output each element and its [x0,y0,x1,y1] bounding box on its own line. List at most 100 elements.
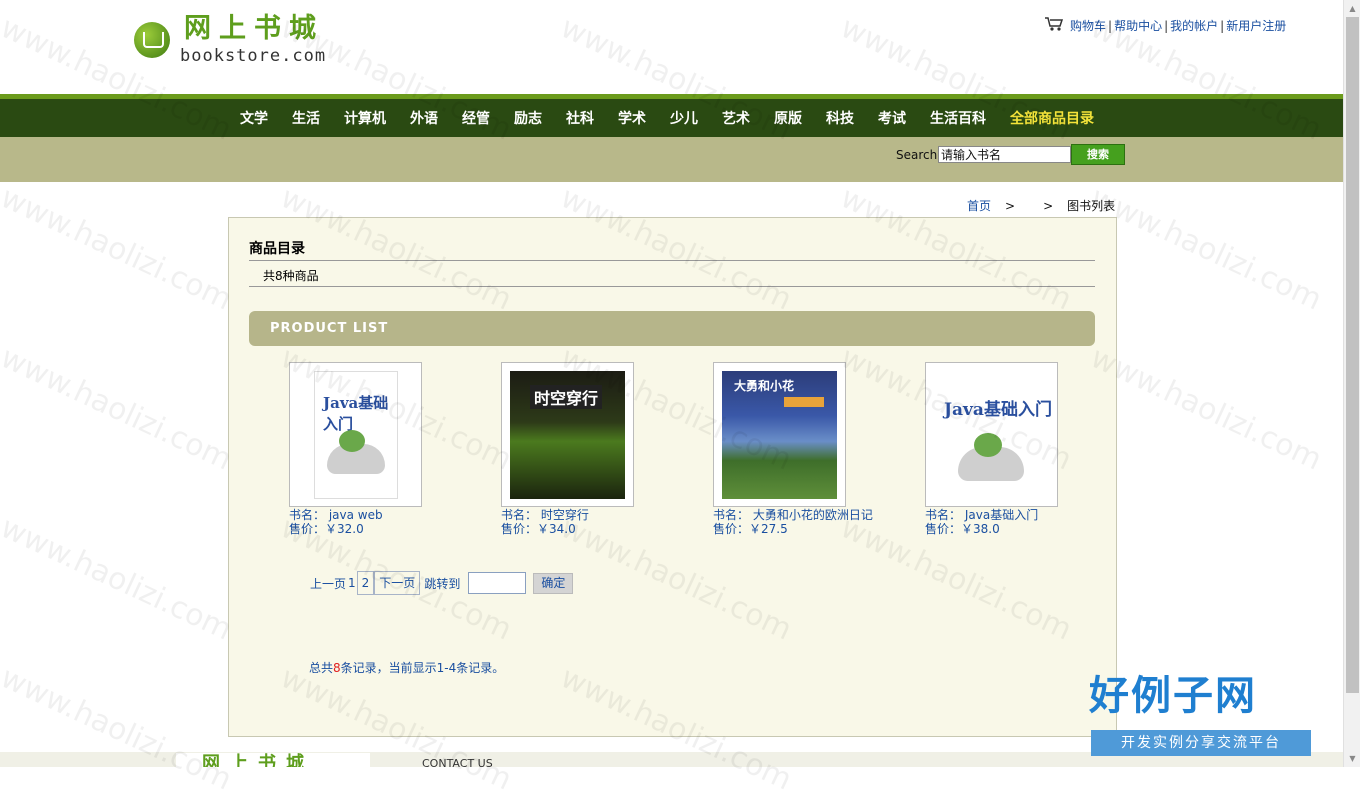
book-card: Java基础入门 书名： Java基础入门 售价：￥38.0 [925,362,1125,536]
cover-mascot [974,433,1002,457]
page-2-link[interactable]: 2 [356,571,375,595]
footer-contact-heading: CONTACT US [422,757,493,770]
cover-title: Java基础入门 [944,400,1052,420]
record-summary: 总共8条记录，当前显示1-4条记录。 [309,659,504,676]
shopping-cart-icon[interactable] [1044,16,1064,32]
top-links: 购物车 | 帮助中心 | 我的帐户 | 新用户注册 [1044,16,1286,34]
book-name[interactable]: 时空穿行 [541,508,589,522]
prev-page-link[interactable]: 上一页 [309,575,347,592]
watermark-badge-subtitle: 开发实例分享交流平台 [1091,730,1311,756]
search-label: Search [896,148,938,162]
scroll-up-icon[interactable]: ▲ [1344,0,1360,17]
help-link[interactable]: 帮助中心 [1114,19,1162,33]
book-price-label: 售价： [713,522,750,536]
nav-item-art[interactable]: 艺术 [722,108,750,128]
book-price: ￥34.0 [537,522,576,536]
breadcrumb: 首页 > > 图书列表 [967,197,1115,214]
scroll-down-icon[interactable]: ▼ [1344,750,1360,767]
book-cover-image: 大勇和小花 [722,371,837,499]
book-name[interactable]: Java基础入门 [965,508,1038,522]
jump-page-input[interactable] [468,572,527,594]
book-card: Java基础入门 书名： java web 售价：￥32.0 [289,362,489,536]
watermark-badge-title: 好例子网 [1089,673,1257,719]
watermark: www.haolizi.com [0,510,238,648]
catalog-panel: 商品目录 共8种商品 PRODUCT LIST Java基础入门 书名： jav… [228,217,1117,737]
book-cover-image: Java基础入门 [934,369,1052,501]
nav-item-life[interactable]: 生活 [292,108,320,128]
book-name-line[interactable]: 书名： 大勇和小花的欧洲日记 [713,508,913,522]
logo-text-en: bookstore.com [180,46,327,66]
book-name-label: 书名： [289,508,326,522]
footer-logo-text: 网上书城 [202,753,314,767]
summary-prefix: 总共 [309,661,334,675]
book-name-line[interactable]: 书名： java web [289,508,489,522]
breadcrumb-home[interactable]: 首页 [967,199,991,213]
book-price-line: 售价：￥38.0 [925,522,1125,536]
book-price: ￥32.0 [325,522,364,536]
product-list-banner-text: PRODUCT LIST [270,321,389,336]
book-cover[interactable]: Java基础入门 [289,362,422,507]
book-cover[interactable]: 时空穿行 [501,362,634,507]
nav-item-literature[interactable]: 文学 [240,108,268,128]
book-cover[interactable]: 大勇和小花 [713,362,846,507]
nav-item-children[interactable]: 少儿 [670,108,698,128]
footer-logo: 网上书城 [176,753,370,767]
summary-suffix: 条记录，当前显示1-4条记录。 [340,661,505,675]
cover-title: Java基础入门 [323,394,389,433]
nav-item-business[interactable]: 经管 [462,108,490,128]
scroll-thumb[interactable] [1346,17,1359,693]
book-price-label: 售价： [289,522,326,536]
watermark: www.haolizi.com [1085,180,1328,318]
breadcrumb-separator-2: > [1043,199,1054,213]
nav-item-foreign-language[interactable]: 外语 [410,108,438,128]
watermark: www.haolizi.com [0,340,238,478]
logo-text-cn: 网上书城 [184,13,324,44]
search-input[interactable] [938,146,1071,163]
book-name-label: 书名： [501,508,538,522]
cart-link[interactable]: 购物车 [1070,19,1106,33]
jump-confirm-button[interactable]: 确定 [533,572,574,594]
book-name-label: 书名： [713,508,750,522]
book-price: ￥38.0 [961,522,1000,536]
category-nav: 文学 生活 计算机 外语 经管 励志 社科 学术 少儿 艺术 原版 科技 考试 … [0,99,1343,137]
nav-item-academic[interactable]: 学术 [618,108,646,128]
book-name[interactable]: java web [329,508,383,522]
cover-mascot [339,430,365,452]
search-bar: Search 搜索 [0,137,1343,182]
register-link[interactable]: 新用户注册 [1226,19,1286,33]
nav-item-technology[interactable]: 科技 [826,108,854,128]
nav-item-inspiration[interactable]: 励志 [514,108,542,128]
book-cover[interactable]: Java基础入门 [925,362,1058,507]
book-name-line[interactable]: 书名： Java基础入门 [925,508,1125,522]
divider [249,286,1095,287]
book-card: 时空穿行 书名： 时空穿行 售价：￥34.0 [501,362,701,536]
cover-tag [784,397,824,407]
book-name[interactable]: 大勇和小花的欧洲日记 [753,508,873,522]
nav-item-life-encyclopedia[interactable]: 生活百科 [930,108,986,128]
nav-item-social-science[interactable]: 社科 [566,108,594,128]
nav-item-all-catalog[interactable]: 全部商品目录 [1010,108,1094,128]
nav-item-exam[interactable]: 考试 [878,108,906,128]
book-cover-image: 时空穿行 [510,371,625,499]
logo-icon [134,22,170,58]
book-price-line: 售价：￥27.5 [713,522,913,536]
book-cover-image: Java基础入门 [314,371,398,499]
jump-to-label: 跳转到 [424,576,461,591]
account-link[interactable]: 我的帐户 [1170,19,1218,33]
product-count: 共8种商品 [263,269,319,283]
nav-item-computer[interactable]: 计算机 [344,108,386,128]
breadcrumb-current: 图书列表 [1067,199,1116,213]
site-logo[interactable]: 网上书城 bookstore.com [134,14,344,66]
catalog-title: 商品目录 [249,241,305,257]
page-1-current: 1 [348,576,356,590]
book-name-line[interactable]: 书名： 时空穿行 [501,508,701,522]
breadcrumb-separator: > [1005,199,1016,213]
nav-item-original[interactable]: 原版 [774,108,802,128]
book-price-line: 售价：￥32.0 [289,522,489,536]
vertical-scrollbar[interactable]: ▲ ▼ [1343,0,1360,767]
next-page-link[interactable]: 下一页 [374,571,421,595]
cover-title: 时空穿行 [530,385,603,409]
search-button[interactable]: 搜索 [1071,144,1125,165]
book-price-label: 售价： [925,522,962,536]
book-price-label: 售价： [501,522,538,536]
